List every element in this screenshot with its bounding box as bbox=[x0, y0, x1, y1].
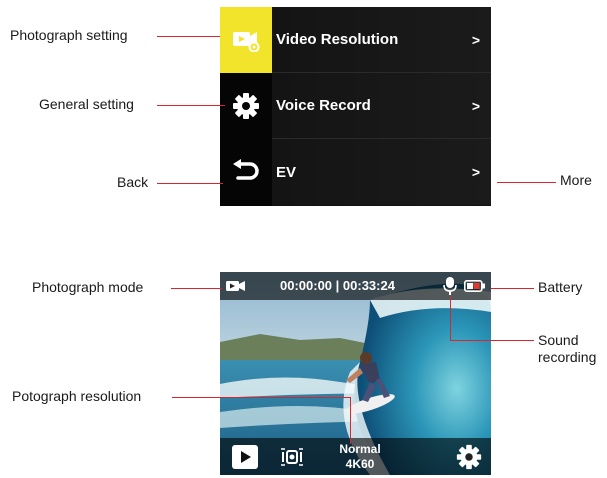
leader-line bbox=[157, 36, 220, 37]
callout-photograph-mode: Photograph mode bbox=[32, 279, 144, 295]
resolution-label: 4K60 bbox=[345, 457, 375, 471]
chevron-right-icon: > bbox=[471, 97, 481, 114]
callout-sound-recording-line2: recording bbox=[538, 349, 597, 365]
callout-more: More bbox=[560, 172, 592, 188]
tab-general-setting[interactable] bbox=[220, 73, 272, 139]
back-arrow-icon bbox=[233, 159, 259, 180]
tab-back[interactable] bbox=[220, 139, 272, 205]
leader-line bbox=[491, 288, 534, 289]
quality-label: Normal bbox=[339, 442, 381, 456]
leader-line bbox=[157, 183, 223, 184]
callout-back: Back bbox=[117, 174, 149, 190]
gear-icon bbox=[233, 93, 259, 119]
callout-general-setting: General setting bbox=[39, 96, 134, 112]
menu-item-label: Voice Record bbox=[276, 97, 371, 114]
battery-icon bbox=[464, 280, 485, 292]
leader-line bbox=[450, 340, 534, 341]
video-camera-icon bbox=[226, 281, 245, 291]
resolution-readout[interactable]: Normal 4K60 bbox=[325, 442, 395, 472]
menu-item-video-resolution[interactable]: Video Resolution > bbox=[272, 7, 491, 73]
video-settings-icon bbox=[233, 32, 260, 52]
leader-line bbox=[497, 182, 556, 183]
microphone-icon bbox=[443, 277, 457, 295]
settings-menu-screen: Video Resolution > Voice Record > EV > bbox=[220, 7, 491, 206]
tab-photograph-setting[interactable] bbox=[220, 7, 272, 73]
gear-icon[interactable] bbox=[455, 443, 483, 471]
leader-line bbox=[450, 296, 451, 341]
callout-sound-recording: Sound bbox=[538, 332, 579, 348]
menu-item-label: Video Resolution bbox=[276, 31, 399, 48]
menu-item-label: EV bbox=[276, 163, 297, 181]
stabilization-icon[interactable] bbox=[280, 446, 304, 468]
leader-line bbox=[157, 105, 225, 106]
leader-line bbox=[172, 397, 350, 398]
callout-battery: Battery bbox=[538, 279, 583, 295]
chevron-right-icon: > bbox=[471, 31, 481, 48]
callout-photograph-setting: Photograph setting bbox=[10, 27, 128, 43]
play-icon[interactable] bbox=[232, 445, 258, 469]
chevron-right-icon: > bbox=[471, 164, 481, 180]
leader-line bbox=[171, 288, 222, 289]
menu-item-ev[interactable]: EV > bbox=[272, 139, 491, 205]
leader-line bbox=[350, 397, 351, 444]
callout-photograph-resolution: Potograph resolution bbox=[12, 388, 142, 404]
menu-item-voice-record[interactable]: Voice Record > bbox=[272, 73, 491, 139]
recording-timer: 00:00:00 | 00:33:24 bbox=[280, 278, 395, 293]
